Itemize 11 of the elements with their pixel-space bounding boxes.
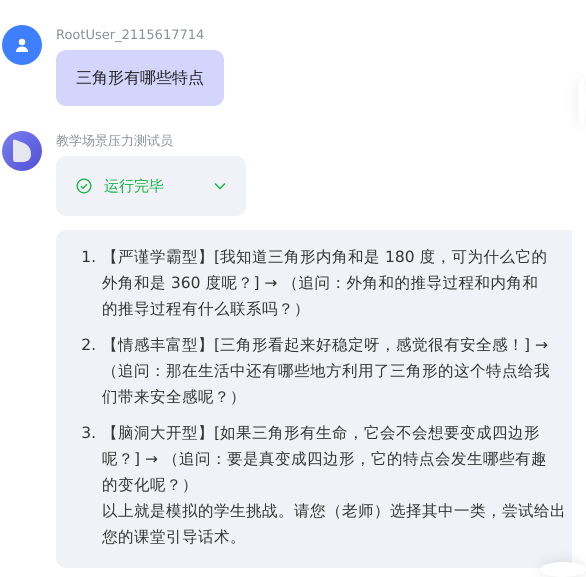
author-name: 教学场景压力测试员 bbox=[56, 134, 174, 150]
list-number: 1. bbox=[80, 247, 96, 268]
message-bubble: 三角形有哪些特点 bbox=[56, 50, 224, 106]
list-text: 【情感丰富型】[三角形看起来好稳定呀，感觉很有安全感！] → （追问：那在生活中还有哪些地方利用了三角形的这个特点给我们带来安全感呢？） bbox=[102, 335, 551, 408]
list-text: 【严谨学霸型】[我知道三角形内角和是 180 度，可为什么它的外角和是 360 度呢？] → （追问：外角和的推导过程和内角和的推导过程有什么联系吗？） bbox=[102, 247, 548, 320]
list-number: 3. bbox=[80, 423, 96, 444]
list-number: 2. bbox=[80, 335, 96, 356]
status-toggle[interactable]: 运行完毕 bbox=[56, 156, 246, 216]
closing-text: 以上就是模拟的学生挑战。请您（老师）选择其中一类，尝试给出您的课堂引导话术。 bbox=[102, 501, 567, 548]
list-text: 【脑洞大开型】[如果三角形有生命，它会不会想要变成四边形呢？] → （追问：要是真变成四边形，它的特点会发生哪些有趣的变化呢？） bbox=[102, 423, 548, 496]
author-name: RootUser_2115617714 bbox=[56, 28, 206, 44]
